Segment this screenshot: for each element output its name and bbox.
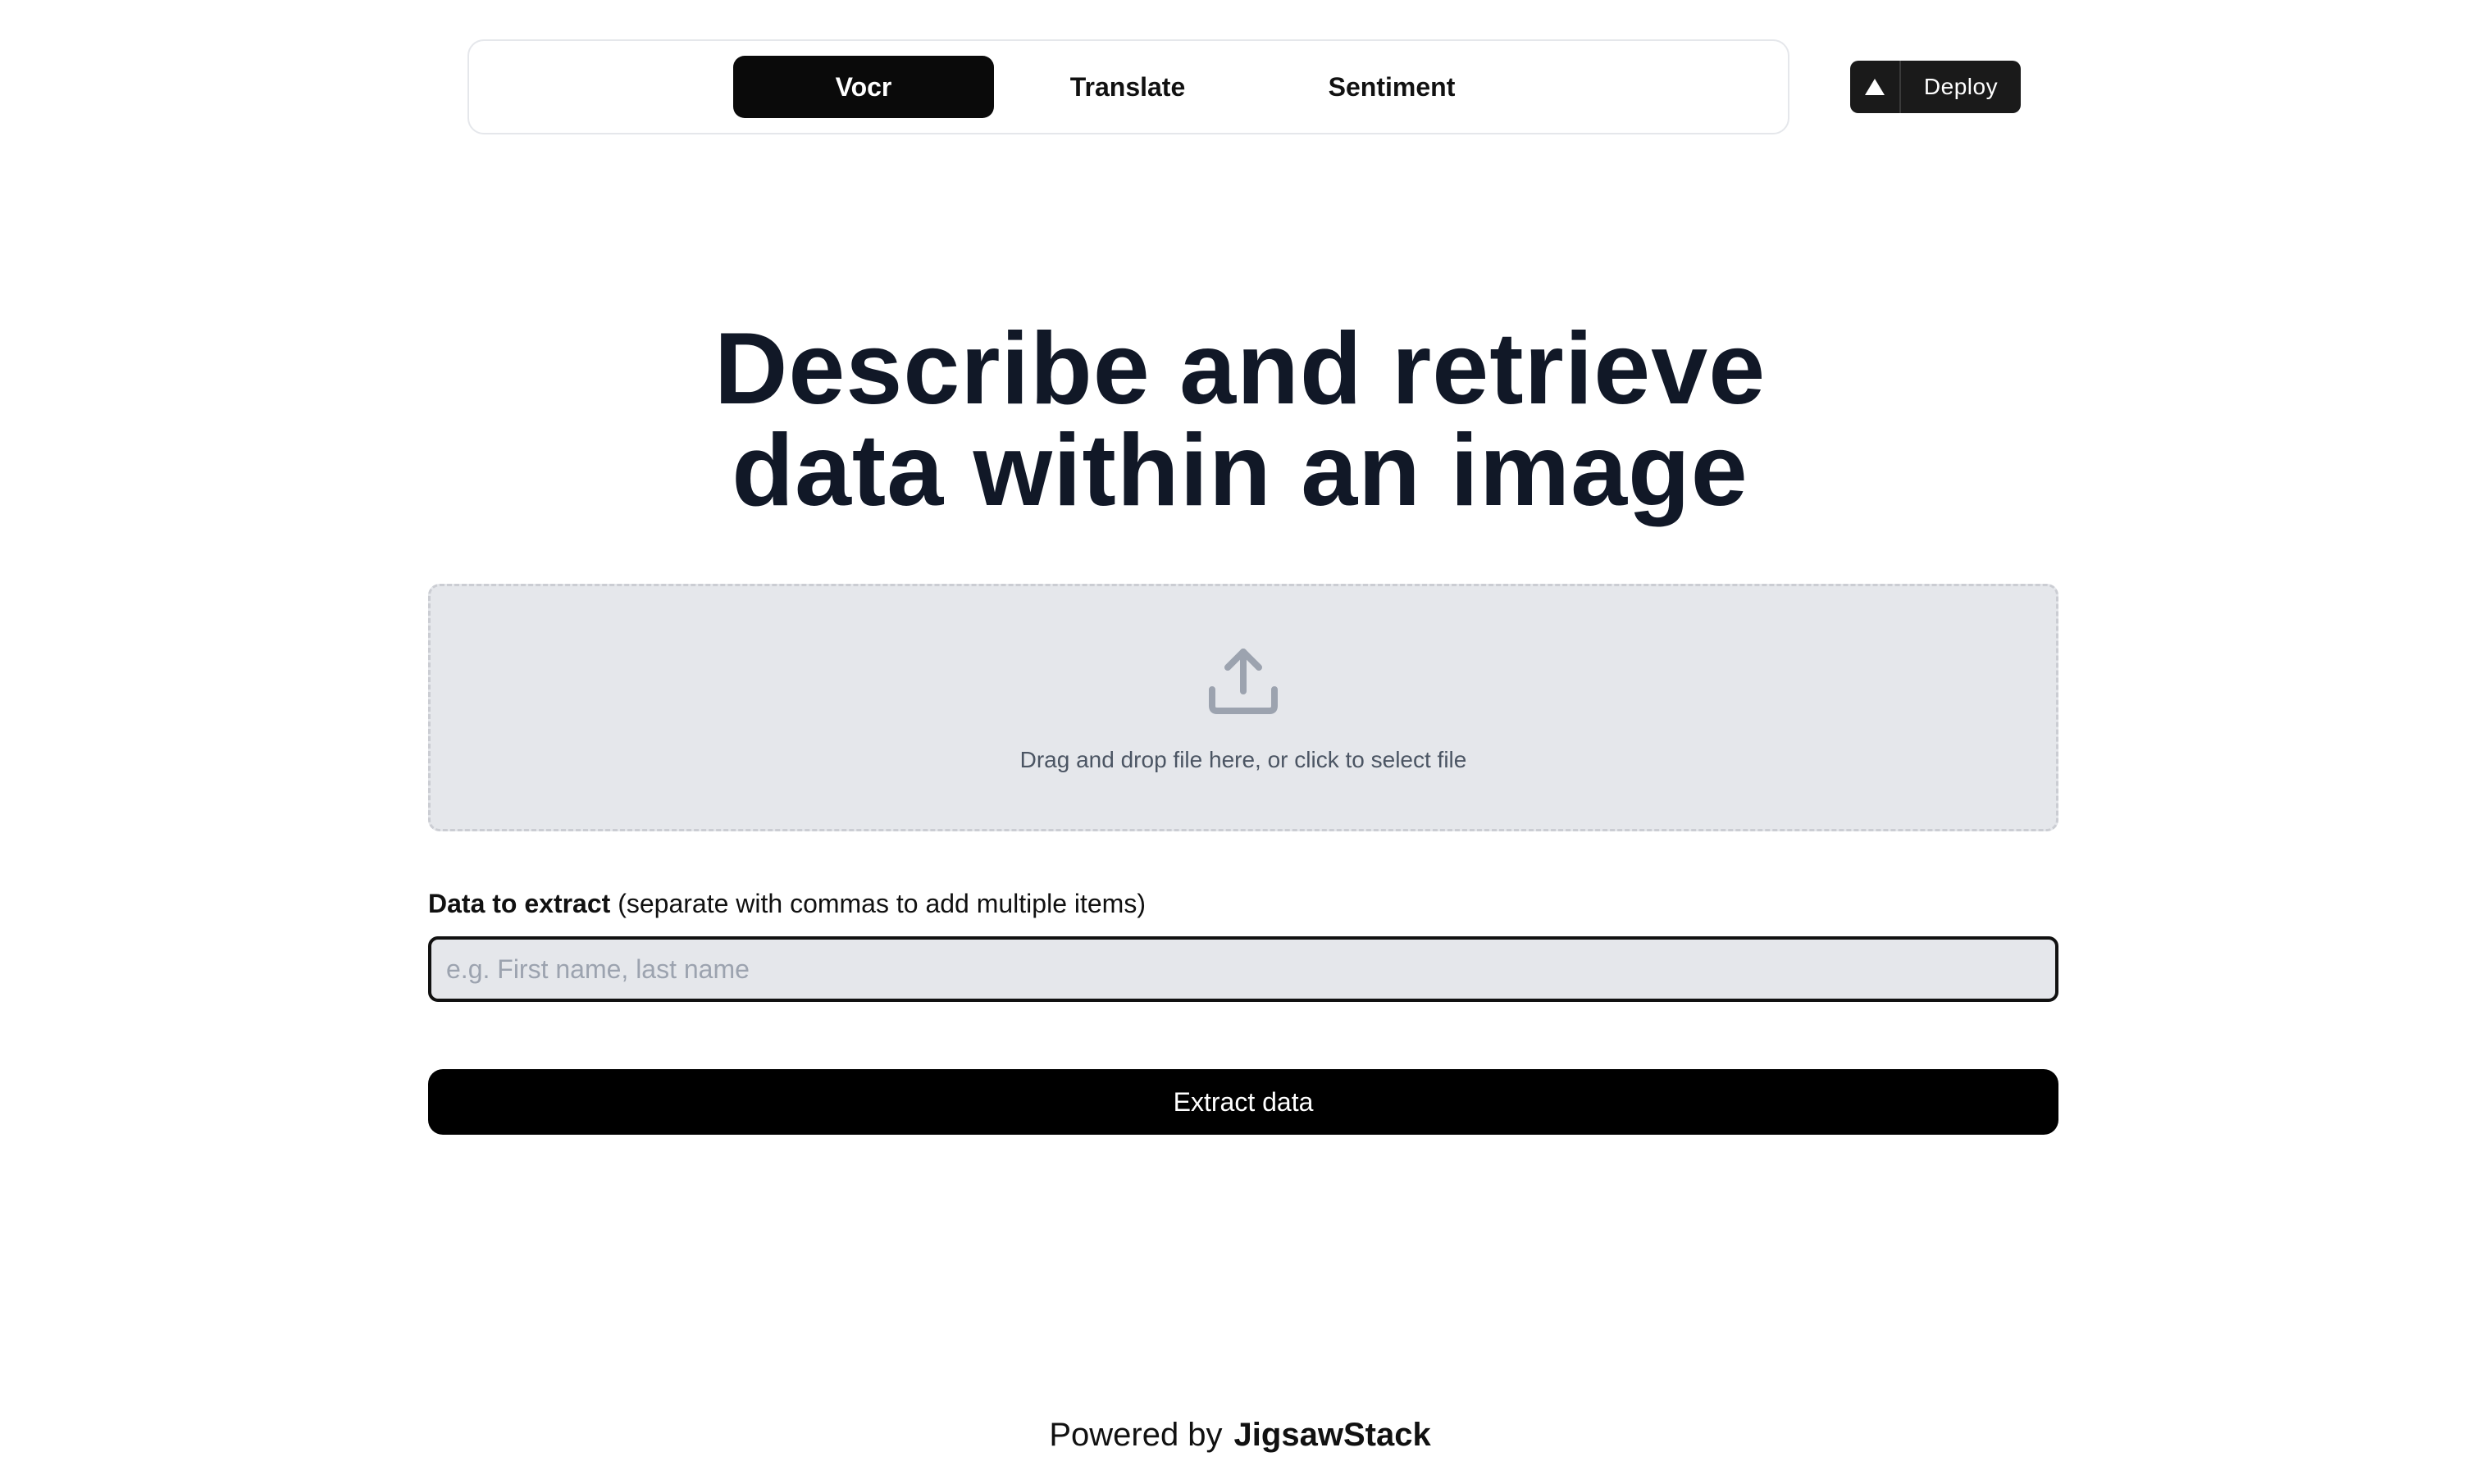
upload-icon: [1209, 649, 1278, 714]
footer-brand[interactable]: JigsawStack: [1234, 1417, 1431, 1453]
file-dropzone[interactable]: Drag and drop file here, or click to sel…: [428, 584, 2058, 831]
page-title-line-1: Describe and retrieve: [713, 312, 1767, 426]
deploy-button[interactable]: Deploy: [1850, 61, 2021, 113]
extract-field-label-bold: Data to extract: [428, 889, 611, 918]
extract-data-input[interactable]: [428, 936, 2058, 1002]
dropzone-text: Drag and drop file here, or click to sel…: [1019, 747, 1467, 772]
tab-translate[interactable]: Translate: [997, 56, 1258, 118]
footer-prefix: Powered by: [1049, 1417, 1223, 1453]
extract-field-label: Data to extract (separate with commas to…: [428, 889, 1146, 919]
deploy-label: Deploy: [1923, 74, 1999, 99]
page: Vocr Translate Sentiment Deploy Describe…: [0, 0, 2480, 1484]
tab-sentiment[interactable]: Sentiment: [1261, 56, 1522, 118]
triangle-icon: [1850, 61, 1901, 113]
extract-data-button[interactable]: Extract data: [428, 1069, 2058, 1135]
page-title: Describe and retrieve data within an ima…: [0, 318, 2480, 521]
page-title-line-2: data within an image: [732, 414, 1748, 527]
tab-navigation: Vocr Translate Sentiment: [467, 39, 1789, 134]
footer: Powered by JigsawStack: [0, 1417, 2480, 1454]
extract-field-label-hint: (separate with commas to add multiple it…: [610, 889, 1146, 918]
tab-vocr[interactable]: Vocr: [733, 56, 994, 118]
